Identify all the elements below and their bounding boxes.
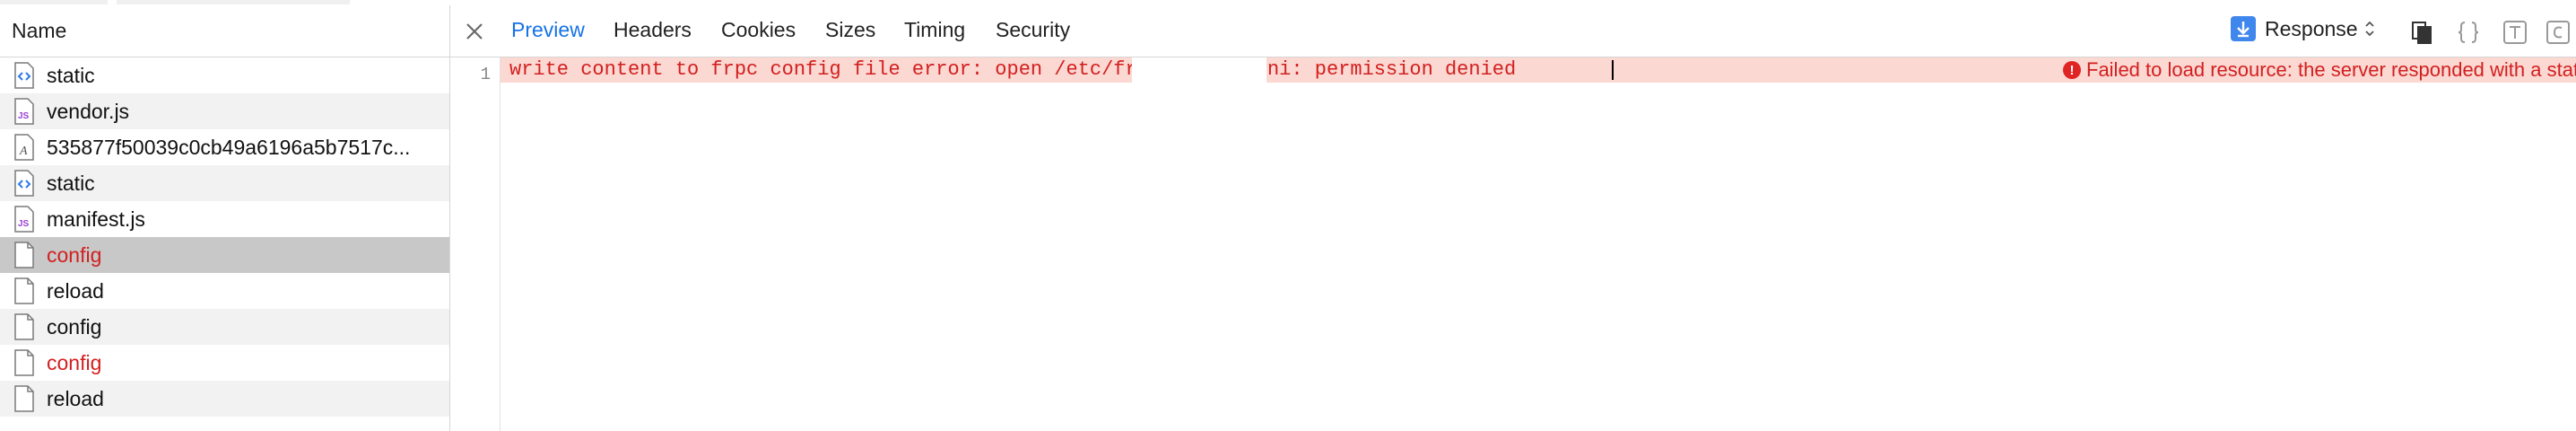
document-code-icon xyxy=(13,170,36,197)
request-row[interactable]: reload xyxy=(0,381,449,417)
request-row[interactable]: static xyxy=(0,57,449,93)
request-name: config xyxy=(47,350,102,374)
request-name: static xyxy=(47,63,95,87)
request-row[interactable]: static xyxy=(0,165,449,201)
top-strip xyxy=(117,0,350,4)
request-row[interactable]: JS vendor.js xyxy=(0,93,449,129)
svg-text:JS: JS xyxy=(18,219,30,229)
top-strip xyxy=(0,0,108,4)
name-column-label: Name xyxy=(12,19,67,42)
request-row[interactable]: config xyxy=(0,345,449,381)
file-icon xyxy=(13,277,36,304)
request-name: config xyxy=(47,314,102,339)
error-icon: ! xyxy=(2063,61,2081,79)
response-text[interactable]: write content to frpc config file error:… xyxy=(509,58,1516,81)
error-message: Failed to load resource: the server resp… xyxy=(2086,58,2576,81)
text-view-icon[interactable] xyxy=(2502,20,2528,45)
response-menu[interactable]: Response xyxy=(2231,16,2376,41)
request-row[interactable]: A 535877f50039c0cb49a6196a5b7517c... xyxy=(0,129,449,165)
line-number: 1 xyxy=(480,65,491,84)
download-icon xyxy=(2231,16,2256,41)
details-panel: Preview Headers Cookies Sizes Timing Sec… xyxy=(450,5,2576,431)
pretty-print-icon[interactable] xyxy=(2456,20,2481,45)
chevron-updown-icon xyxy=(2364,21,2374,37)
file-icon xyxy=(13,349,36,376)
text-caret xyxy=(1612,60,1614,80)
details-tabbar: Preview Headers Cookies Sizes Timing Sec… xyxy=(450,5,2576,57)
redaction-mask xyxy=(1132,57,1266,83)
tab-preview[interactable]: Preview xyxy=(511,18,585,42)
tab-sizes[interactable]: Sizes xyxy=(825,18,875,42)
close-icon[interactable] xyxy=(463,20,486,43)
file-icon xyxy=(13,313,36,340)
line-gutter: 1 xyxy=(450,57,500,431)
response-text-end: ini: permission denied xyxy=(1255,58,1517,81)
tab-headers[interactable]: Headers xyxy=(614,18,692,42)
request-row[interactable]: reload xyxy=(0,273,449,309)
document-code-icon xyxy=(13,62,36,89)
js-file-icon: JS xyxy=(13,206,36,233)
svg-text:A: A xyxy=(19,145,28,158)
request-list-panel: Name static JS vendor.js A 535877f50039c0cb4… xyxy=(0,5,450,431)
response-line: write content to frpc config file error:… xyxy=(500,57,2576,83)
request-name: 535877f50039c0cb49a6196a5b7517c... xyxy=(47,135,411,159)
response-text-start: write content to frpc config file error:… xyxy=(509,58,1137,81)
response-label: Response xyxy=(2265,16,2358,40)
request-row[interactable]: JS manifest.js xyxy=(0,201,449,237)
request-row[interactable]: config xyxy=(0,309,449,345)
name-column-header[interactable]: Name xyxy=(0,5,449,57)
font-file-icon: A xyxy=(13,134,36,161)
request-name: reload xyxy=(47,278,104,303)
request-name: vendor.js xyxy=(47,99,130,123)
copy-icon[interactable] xyxy=(2409,20,2434,45)
request-name: static xyxy=(47,171,95,195)
svg-text:JS: JS xyxy=(18,111,30,121)
console-view-icon[interactable] xyxy=(2546,20,2571,45)
request-row[interactable]: config xyxy=(0,237,449,273)
file-icon xyxy=(13,242,36,268)
request-name: config xyxy=(47,242,102,267)
file-icon xyxy=(13,385,36,412)
request-name: reload xyxy=(47,386,104,410)
js-file-icon: JS xyxy=(13,98,36,125)
request-list: static JS vendor.js A 535877f50039c0cb49a619… xyxy=(0,57,449,417)
tab-timing[interactable]: Timing xyxy=(904,18,965,42)
request-name: manifest.js xyxy=(47,207,145,231)
tab-security[interactable]: Security xyxy=(996,18,1070,42)
console-error: ! Failed to load resource: the server re… xyxy=(2063,58,2576,82)
tab-cookies[interactable]: Cookies xyxy=(721,18,796,42)
